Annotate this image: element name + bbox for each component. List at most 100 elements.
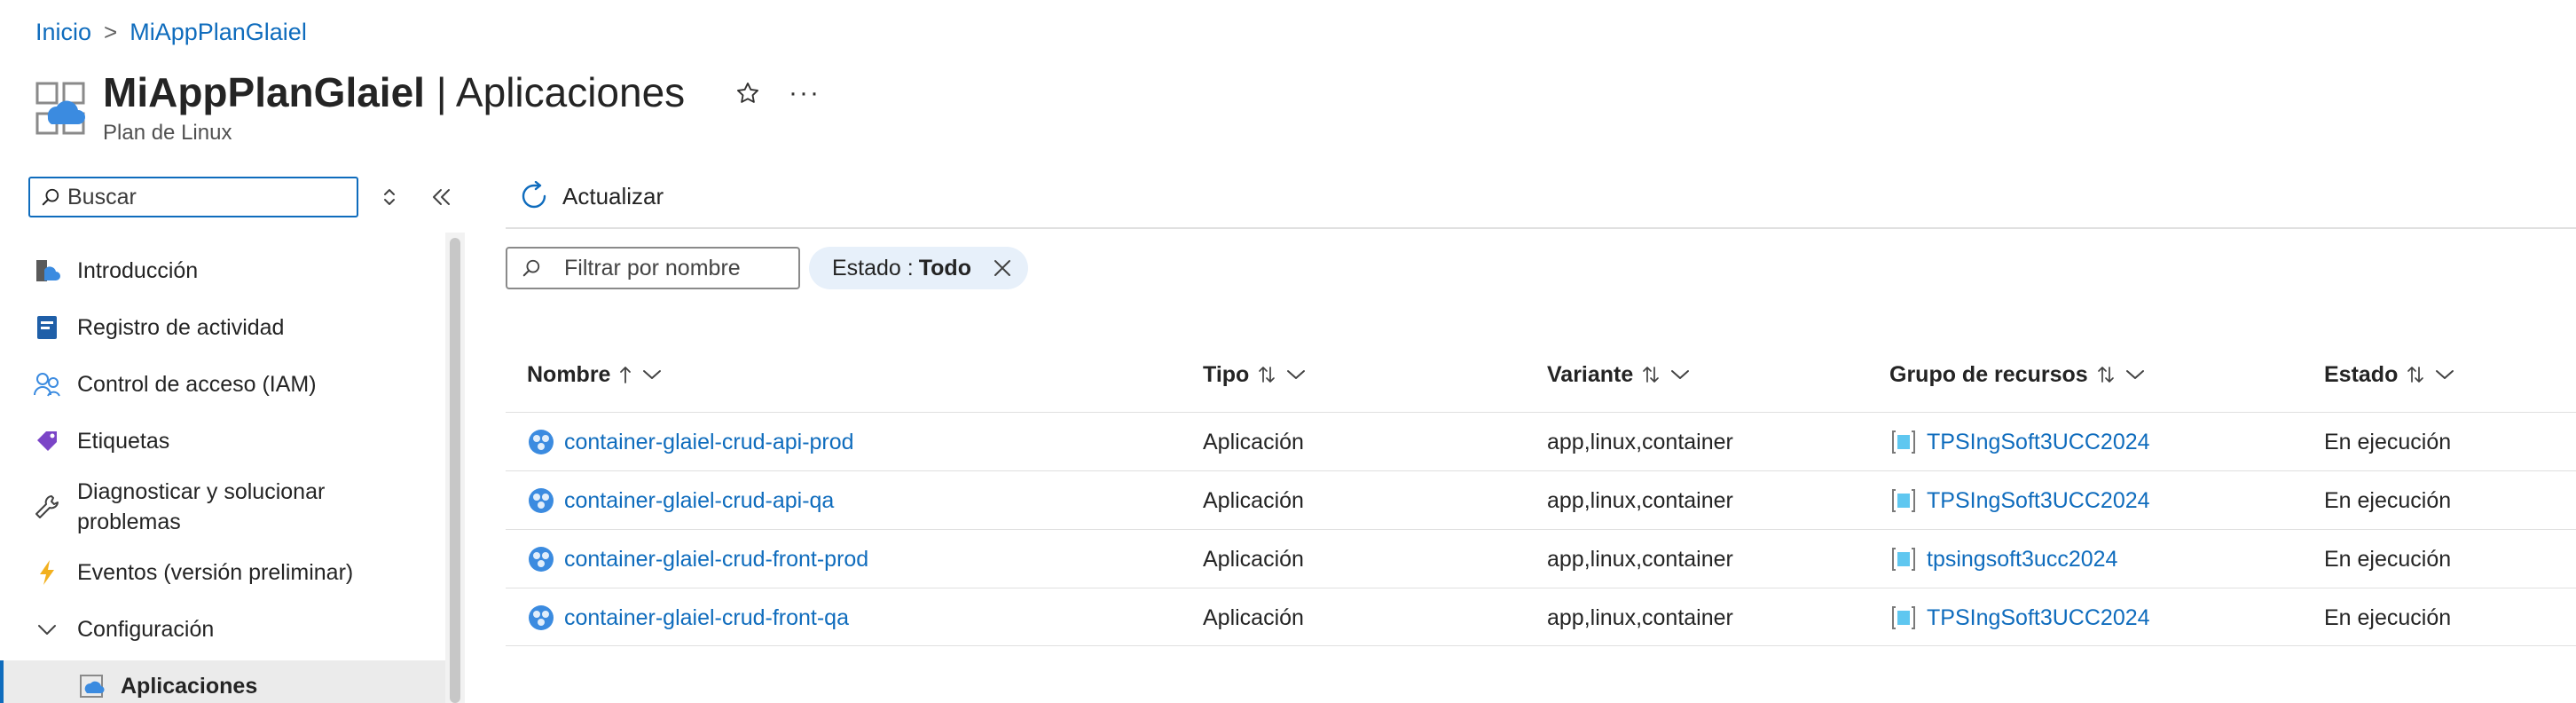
sidebar-item-label: Control de acceso (IAM): [77, 372, 317, 397]
remove-filter-button[interactable]: [991, 257, 1014, 280]
toolbar-divider: [506, 227, 2576, 229]
sidebar-item-introduccion[interactable]: Introducción: [0, 245, 445, 296]
sort-ascending-icon: [619, 365, 632, 384]
app-name-link[interactable]: container-glaiel-crud-api-qa: [564, 488, 834, 514]
table-row: container-glaiel-crud-front-prod Aplicac…: [506, 529, 2576, 588]
overview-icon: [32, 256, 62, 286]
sidebar-group-configuracion[interactable]: Configuración: [0, 604, 445, 655]
app-variant: app,linux,container: [1547, 487, 1733, 513]
sidebar-item-label: Diagnosticar y solucionar problemas: [77, 479, 326, 534]
favorite-button[interactable]: [729, 75, 766, 112]
column-header-estado[interactable]: Estado: [2324, 352, 2454, 398]
app-type: Aplicación: [1203, 487, 1304, 513]
sidebar-item-label: Configuración: [77, 617, 215, 642]
sort-icon: [2407, 365, 2424, 384]
iam-icon: [32, 369, 62, 399]
refresh-icon: [518, 180, 550, 212]
web-app-icon: [527, 428, 555, 456]
sidebar-search[interactable]: [28, 177, 358, 217]
sidebar-item-iam[interactable]: Control de acceso (IAM): [0, 359, 445, 410]
name-filter-input[interactable]: [564, 255, 795, 281]
resource-group-link[interactable]: TPSIngSoft3UCC2024: [1927, 430, 2150, 455]
chevron-down-icon[interactable]: [642, 368, 662, 381]
sidebar-search-input[interactable]: [67, 184, 334, 210]
sidebar-item-eventos[interactable]: Eventos (versión preliminar): [0, 547, 445, 598]
more-options-button[interactable]: ···: [786, 75, 823, 112]
app-name-link[interactable]: container-glaiel-crud-api-prod: [564, 430, 854, 455]
app-type: Aplicación: [1203, 604, 1304, 630]
column-header-variante[interactable]: Variante: [1547, 352, 1690, 398]
sidebar-item-label: Eventos (versión preliminar): [77, 560, 354, 585]
sidebar-item-label: Etiquetas: [77, 429, 170, 454]
column-header-tipo[interactable]: Tipo: [1203, 352, 1306, 398]
app-name-link[interactable]: container-glaiel-crud-front-qa: [564, 605, 849, 631]
page-title: MiAppPlanGlaiel | Aplicaciones: [103, 66, 685, 119]
resource-group-link[interactable]: tpsingsoft3ucc2024: [1927, 547, 2117, 573]
resource-group-icon: [1889, 486, 1918, 515]
column-header-label: Tipo: [1203, 361, 1250, 387]
sidebar-scrollbar-thumb[interactable]: [450, 238, 460, 703]
app-type: Aplicación: [1203, 429, 1304, 454]
resource-group-icon: [1889, 428, 1918, 456]
chevron-down-icon: [32, 614, 62, 644]
sidebar-item-label: Introducción: [77, 258, 199, 283]
name-filter[interactable]: [506, 247, 800, 289]
column-header-label: Variante: [1547, 361, 1634, 387]
breadcrumb-home-link[interactable]: Inicio: [35, 19, 91, 46]
sidebar-item-aplicaciones[interactable]: Aplicaciones: [0, 660, 445, 703]
chevron-down-icon[interactable]: [2435, 368, 2454, 381]
search-icon: [522, 259, 540, 277]
page-title-section: | Aplicaciones: [424, 69, 686, 115]
sidebar-item-etiquetas[interactable]: Etiquetas: [0, 415, 445, 467]
chevron-down-icon[interactable]: [2125, 368, 2145, 381]
column-header-grupo-recursos[interactable]: Grupo de recursos: [1889, 352, 2145, 398]
state-filter-value: Todo: [918, 255, 971, 280]
table-row: container-glaiel-crud-front-qa Aplicació…: [506, 588, 2576, 646]
lightning-icon: [32, 557, 62, 588]
page-title-resource: MiAppPlanGlaiel: [103, 69, 425, 115]
sidebar-item-registro-actividad[interactable]: Registro de actividad: [0, 302, 445, 353]
collapse-sidebar-button[interactable]: [424, 181, 459, 213]
column-header-nombre[interactable]: Nombre: [527, 352, 662, 398]
resource-group-icon: [1889, 604, 1918, 632]
app-variant: app,linux,container: [1547, 546, 1733, 572]
sidebar-nav: Introducción Registro de actividad Contr…: [0, 233, 445, 703]
table-row: container-glaiel-crud-api-prod Aplicació…: [506, 412, 2576, 470]
state-filter-pill[interactable]: Estado : Todo: [809, 247, 1028, 289]
search-icon: [42, 188, 59, 206]
app-state: En ejecución: [2324, 604, 2452, 630]
breadcrumb-current-link[interactable]: MiAppPlanGlaiel: [130, 19, 307, 46]
app-type: Aplicación: [1203, 546, 1304, 572]
chevron-down-icon[interactable]: [1286, 368, 1306, 381]
close-icon: [993, 260, 1010, 276]
state-filter-label: Estado :: [832, 255, 914, 280]
breadcrumb: Inicio > MiAppPlanGlaiel: [35, 16, 307, 48]
resource-group-link[interactable]: TPSIngSoft3UCC2024: [1927, 488, 2150, 514]
sort-icon: [1258, 365, 1276, 384]
app-service-icon: [76, 671, 106, 701]
refresh-button[interactable]: Actualizar: [518, 178, 664, 215]
sidebar-item-label: Aplicaciones: [121, 674, 258, 699]
chevron-down-icon[interactable]: [1670, 368, 1690, 381]
web-app-icon: [527, 486, 555, 515]
column-header-label: Estado: [2324, 361, 2399, 387]
breadcrumb-separator: >: [104, 18, 118, 45]
app-state: En ejecución: [2324, 487, 2452, 513]
resource-group-link[interactable]: TPSIngSoft3UCC2024: [1927, 605, 2150, 631]
expand-collapse-all-button[interactable]: [376, 181, 403, 213]
column-header-label: Nombre: [527, 361, 611, 387]
sort-icon: [1642, 365, 1660, 384]
double-chevron-left-icon: [433, 189, 450, 205]
web-app-icon: [527, 545, 555, 573]
app-variant: app,linux,container: [1547, 604, 1733, 630]
sidebar-item-diagnosticar[interactable]: Diagnosticar y solucionar problemas: [0, 472, 445, 541]
sidebar-item-label: Registro de actividad: [77, 315, 285, 340]
refresh-label: Actualizar: [562, 182, 664, 209]
column-header-label: Grupo de recursos: [1889, 361, 2088, 387]
app-name-link[interactable]: container-glaiel-crud-front-prod: [564, 547, 868, 573]
app-variant: app,linux,container: [1547, 429, 1733, 454]
web-app-icon: [527, 604, 555, 632]
app-state: En ejecución: [2324, 429, 2452, 454]
app-state: En ejecución: [2324, 546, 2452, 572]
tag-icon: [32, 426, 62, 456]
